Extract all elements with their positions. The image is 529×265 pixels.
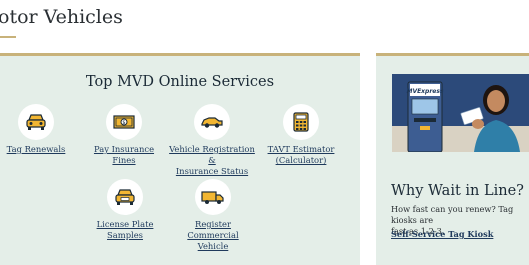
service-license-plate-samples[interactable]: License Plate Samples — [80, 179, 170, 241]
services-panel: Top MVD Online Services Tag Renewals $ P… — [0, 53, 360, 265]
service-vehicle-registration[interactable]: Vehicle Registration & Insurance Status — [166, 104, 258, 177]
title-rule — [0, 36, 16, 38]
service-tavt-estimator[interactable]: TAVT Estimator (Calculator) — [266, 104, 336, 166]
truck-icon — [195, 179, 231, 215]
car-side-icon — [194, 104, 230, 140]
service-label: TAVT Estimator (Calculator) — [267, 144, 335, 165]
car-front-icon — [18, 104, 54, 140]
service-pay-insurance-fines[interactable]: $ Pay Insurance Fines — [84, 104, 164, 166]
calculator-icon — [283, 104, 319, 140]
service-label: Tag Renewals — [6, 144, 66, 154]
service-register-commercial-vehicle[interactable]: Register Commercial Vehicle — [172, 179, 254, 252]
page-title: otor Vehicles — [0, 6, 123, 28]
promo-card: MVExpress Why Wait in Line? How fast can… — [376, 53, 529, 265]
car-front-icon — [107, 179, 143, 215]
service-label: License Plate Samples — [96, 219, 154, 240]
services-title: Top MVD Online Services — [85, 74, 275, 90]
service-label: Pay Insurance Fines — [93, 144, 155, 165]
service-label: Vehicle Registration & Insurance Status — [169, 144, 255, 176]
money-icon: $ — [106, 104, 142, 140]
promo-title: Why Wait in Line? — [391, 183, 524, 199]
self-service-kiosk-link[interactable]: Self-Service Tag Kiosk — [391, 229, 493, 239]
svg-text:$: $ — [122, 120, 125, 126]
kiosk-photo: MVExpress — [392, 74, 529, 152]
service-label: Register Commercial Vehicle — [187, 219, 239, 251]
service-tag-renewals[interactable]: Tag Renewals — [6, 104, 66, 155]
kiosk-brand: MVExpress — [406, 88, 443, 95]
